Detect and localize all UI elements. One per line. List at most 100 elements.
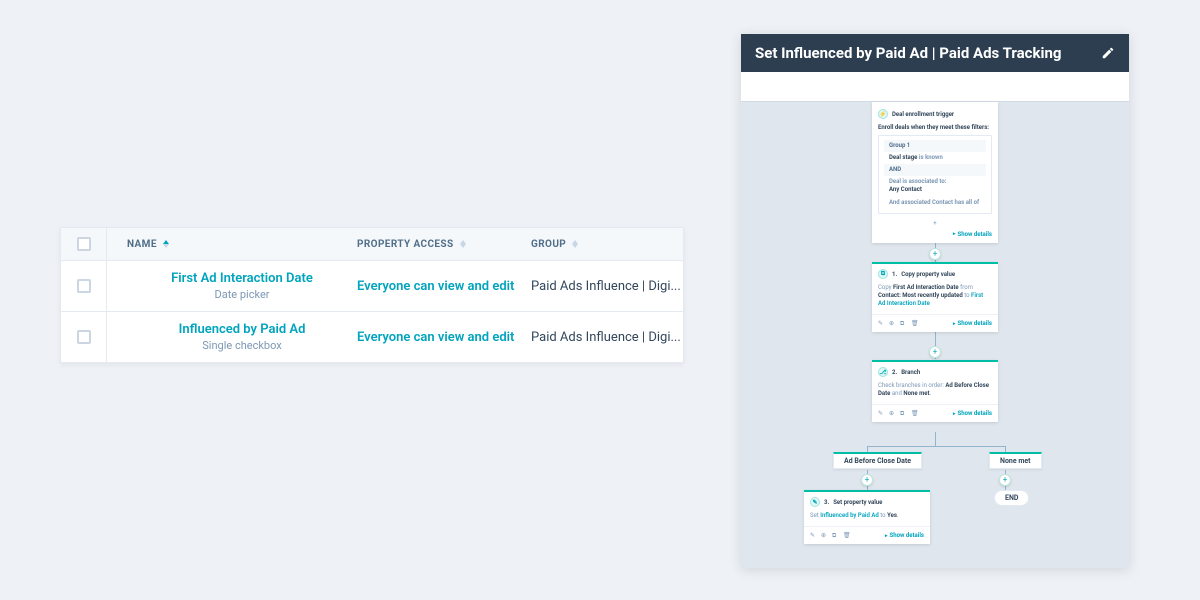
step-copy-property-card[interactable]: ⧉ 1. Copy property value Copy First Ad I… xyxy=(872,262,998,332)
properties-table: NAME PROPERTY ACCESS GROUP First Ad Inte… xyxy=(60,227,684,363)
checkbox-icon xyxy=(77,330,91,344)
workflow-title: Set Influenced by Paid Ad | Paid Ads Tra… xyxy=(755,44,1061,62)
filter-more: And associated Contact has all of xyxy=(884,197,986,209)
t: Yes xyxy=(887,512,897,519)
property-link[interactable]: Influenced by Paid Ad xyxy=(820,512,879,519)
workflow-header: Set Influenced by Paid Ad | Paid Ads Tra… xyxy=(741,34,1129,72)
card-header: ✎ 3. Set property value xyxy=(804,492,930,512)
column-name-label: NAME xyxy=(127,239,157,250)
row-checkbox-cell[interactable] xyxy=(61,312,107,362)
sort-icon xyxy=(572,240,578,248)
column-name[interactable]: NAME xyxy=(107,228,357,260)
show-details-link[interactable]: Show details xyxy=(953,320,992,327)
edit-icon[interactable]: ✎ xyxy=(878,320,885,327)
row-access-cell: Everyone can view and edit xyxy=(357,261,531,311)
connector-line xyxy=(867,446,1005,447)
delete-icon[interactable]: 🗑 xyxy=(911,320,918,327)
row-group-cell: Paid Ads Influence | Digi... xyxy=(531,312,683,362)
card-actions: ✎ ⊕ ⧉ 🗑 xyxy=(810,532,850,539)
edit-icon[interactable]: ✎ xyxy=(878,410,885,417)
move-icon[interactable]: ⊕ xyxy=(889,320,896,327)
table-row[interactable]: Influenced by Paid Ad Single checkbox Ev… xyxy=(61,312,683,362)
filter-text: Deal is associated to: xyxy=(889,178,946,185)
delete-icon[interactable]: 🗑 xyxy=(843,532,850,539)
property-type: Single checkbox xyxy=(202,339,281,352)
t: Check branches in order: xyxy=(878,382,944,389)
card-title: Deal enrollment trigger xyxy=(892,111,954,118)
clone-icon[interactable]: ⧉ xyxy=(832,532,839,539)
add-filter-button[interactable]: + xyxy=(872,220,998,231)
checkbox-icon xyxy=(77,279,91,293)
select-all-cell[interactable] xyxy=(61,228,107,260)
table-row[interactable]: First Ad Interaction Date Date picker Ev… xyxy=(61,261,683,312)
t: Set xyxy=(810,512,819,519)
row-checkbox-cell[interactable] xyxy=(61,261,107,311)
filter-line: Deal stage is known xyxy=(884,152,986,164)
branch-icon: ⎇ xyxy=(878,367,888,377)
card-title: Branch xyxy=(901,369,920,376)
sort-icon xyxy=(460,240,466,248)
move-icon[interactable]: ⊕ xyxy=(821,532,828,539)
card-header: ⧉ 1. Copy property value xyxy=(872,264,998,284)
move-icon[interactable]: ⊕ xyxy=(889,410,896,417)
property-name-link[interactable]: Influenced by Paid Ad xyxy=(179,322,306,339)
add-step-button[interactable]: + xyxy=(861,474,873,486)
add-step-button[interactable]: + xyxy=(929,346,941,358)
edit-title-button[interactable] xyxy=(1101,46,1115,60)
card-title: Copy property value xyxy=(901,271,955,278)
column-group-label: GROUP xyxy=(531,239,566,250)
filter-object: Any Contact xyxy=(889,186,922,193)
bolt-icon: ⚡ xyxy=(878,109,888,119)
checkbox-icon xyxy=(77,237,91,251)
column-group[interactable]: GROUP xyxy=(531,228,683,260)
access-link[interactable]: Everyone can view and edit xyxy=(357,330,514,345)
card-header: ⎇ 2. Branch xyxy=(872,362,998,382)
step-number: 1. xyxy=(892,271,897,278)
workflow-canvas[interactable]: ⚡ Deal enrollment trigger Enroll deals w… xyxy=(741,102,1129,568)
card-footer: ✎ ⊕ ⧉ 🗑 Show details xyxy=(804,526,930,544)
show-details-link[interactable]: Show details xyxy=(953,231,992,238)
clone-icon[interactable]: ⧉ xyxy=(900,410,907,417)
step-number: 3. xyxy=(824,499,829,506)
t: to xyxy=(880,512,885,519)
filter-and: AND xyxy=(884,164,986,176)
add-step-button[interactable]: + xyxy=(999,474,1011,486)
row-name-cell: Influenced by Paid Ad Single checkbox xyxy=(107,312,357,362)
workflow-panel: Set Influenced by Paid Ad | Paid Ads Tra… xyxy=(741,34,1129,568)
column-property-access[interactable]: PROPERTY ACCESS xyxy=(357,228,531,260)
t: from xyxy=(960,284,973,291)
property-name-link[interactable]: First Ad Interaction Date xyxy=(171,271,313,288)
sort-asc-icon xyxy=(163,240,169,248)
card-body: Enroll deals when they meet these filter… xyxy=(872,124,998,220)
row-group-cell: Paid Ads Influence | Digi... xyxy=(531,261,683,311)
t: Contact: Most recently updated xyxy=(878,292,963,299)
t: First Ad Interaction Date xyxy=(893,284,959,291)
edit-icon[interactable]: ✎ xyxy=(810,532,817,539)
branch-label-left[interactable]: Ad Before Close Date xyxy=(833,452,922,469)
card-body: Check branches in order: Ad Before Close… xyxy=(872,382,998,404)
step-number: 2. xyxy=(892,369,897,376)
branch-label-right[interactable]: None met xyxy=(989,452,1042,469)
pencil-icon xyxy=(1101,46,1115,60)
delete-icon[interactable]: 🗑 xyxy=(911,410,918,417)
filter-line: Deal is associated to: Any Contact xyxy=(884,176,986,196)
card-actions: ✎ ⊕ ⧉ 🗑 xyxy=(878,410,918,417)
t: None met xyxy=(903,390,929,397)
card-footer: Show details xyxy=(872,231,998,243)
card-header: ⚡ Deal enrollment trigger xyxy=(872,104,998,124)
property-type: Date picker xyxy=(215,288,270,301)
t: to xyxy=(964,292,969,299)
show-details-link[interactable]: Show details xyxy=(885,532,924,539)
step-branch-card[interactable]: ⎇ 2. Branch Check branches in order: Ad … xyxy=(872,360,998,422)
clone-icon[interactable]: ⧉ xyxy=(900,320,907,327)
group-label: Group 1 xyxy=(884,140,986,152)
trigger-intro: Enroll deals when they meet these filter… xyxy=(878,124,989,131)
access-link[interactable]: Everyone can view and edit xyxy=(357,279,514,294)
show-details-link[interactable]: Show details xyxy=(953,410,992,417)
pencil-icon: ✎ xyxy=(810,497,820,507)
trigger-card[interactable]: ⚡ Deal enrollment trigger Enroll deals w… xyxy=(872,102,998,243)
add-step-button[interactable]: + xyxy=(929,248,941,260)
step-set-property-card[interactable]: ✎ 3. Set property value Set Influenced b… xyxy=(804,490,930,544)
filter-group: Group 1 Deal stage is known AND Deal is … xyxy=(878,135,992,214)
card-title: Set property value xyxy=(833,499,882,506)
